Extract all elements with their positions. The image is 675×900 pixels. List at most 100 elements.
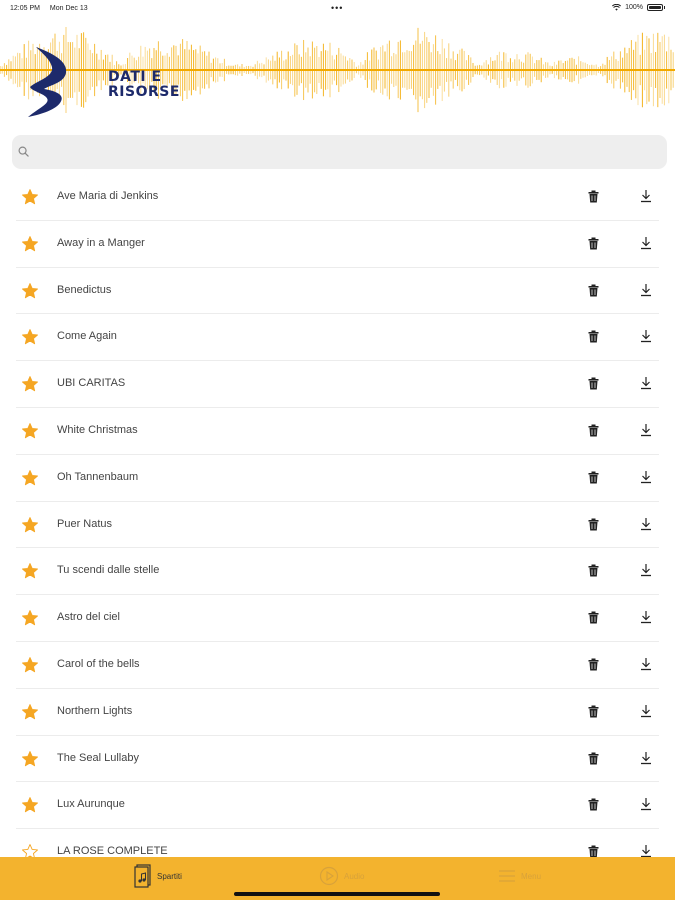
star-icon[interactable] [21,516,39,534]
search-input[interactable] [36,141,640,165]
song-title: Tu scendi dalle stelle [57,564,160,577]
song-row[interactable]: Astro del ciel [16,595,659,642]
trash-icon[interactable] [588,424,599,437]
download-icon[interactable] [640,283,652,297]
song-list: Ave Maria di Jenkins Away in a Manger Bene… [0,174,675,857]
download-icon[interactable] [640,236,652,250]
song-title: Puer Natus [57,517,113,530]
multitasking-dots[interactable]: ••• [331,3,343,13]
menu-icon [499,870,515,882]
song-row[interactable]: Oh Tannenbaum [16,455,659,502]
download-icon[interactable] [640,517,652,531]
song-title: Northern Lights [57,704,133,717]
star-icon[interactable] [21,750,39,768]
star-icon[interactable] [21,375,39,393]
trash-icon[interactable] [588,658,599,671]
download-icon[interactable] [640,329,652,343]
song-row[interactable]: Carol of the bells [16,642,659,689]
sheet-music-icon [134,864,151,888]
tab-spartiti[interactable]: Spartiti [134,864,182,888]
star-icon[interactable] [21,469,39,487]
song-row[interactable]: LA ROSE COMPLETE [16,829,659,857]
tab-label: Audio [344,871,365,881]
star-icon[interactable] [21,282,39,300]
download-icon[interactable] [640,563,652,577]
trash-icon[interactable] [588,845,599,857]
song-title: UBI CARITAS [57,377,126,390]
trash-icon[interactable] [588,518,599,531]
trash-icon[interactable] [588,705,599,718]
trash-icon[interactable] [588,752,599,765]
download-icon[interactable] [640,423,652,437]
star-icon[interactable] [21,328,39,346]
status-date: Mon Dec 13 [49,5,88,12]
song-title: The Seal Lullaby [57,751,139,764]
song-title: Benedictus [57,283,112,296]
tab-menu[interactable]: Menu [498,864,541,888]
battery-tip [664,6,665,9]
battery-percent: 100% [625,4,643,11]
song-title: Carol of the bells [57,657,140,670]
tab-audio[interactable]: Audio [319,864,364,888]
trash-icon[interactable] [588,798,599,811]
download-icon[interactable] [640,189,652,203]
status-right: 100% [612,4,665,11]
star-icon[interactable] [21,843,39,857]
star-icon[interactable] [21,562,39,580]
star-icon[interactable] [21,188,39,206]
song-row[interactable]: Puer Natus [16,502,659,549]
play-circle-icon [319,866,339,886]
trash-icon[interactable] [588,611,599,624]
app-header: DATI E RISORSE [0,15,675,125]
trash-icon[interactable] [588,330,599,343]
status-left: 12:05 PM Mon Dec 13 [10,5,96,12]
search-icon [18,146,29,157]
star-icon[interactable] [21,422,39,440]
download-icon[interactable] [640,797,652,811]
song-row[interactable]: Northern Lights [16,689,659,736]
download-icon[interactable] [640,470,652,484]
song-row[interactable]: Lux Aurunque [16,782,659,830]
song-row[interactable]: Away in a Manger [16,221,659,268]
logo-text: DATI E RISORSE [108,70,180,100]
star-icon[interactable] [21,609,39,627]
download-icon[interactable] [640,610,652,624]
home-indicator[interactable] [234,892,440,896]
song-title: LA ROSE COMPLETE [57,845,168,857]
download-icon[interactable] [640,751,652,765]
battery-icon [647,4,663,11]
star-icon[interactable] [21,235,39,253]
sound-wave-graphic [0,27,675,113]
song-title: Away in a Manger [57,236,145,249]
song-row[interactable]: Tu scendi dalle stelle [16,548,659,596]
song-row[interactable]: Ave Maria di Jenkins [16,174,659,221]
song-title: Lux Aurunque [57,798,125,811]
song-row[interactable]: UBI CARITAS [16,361,659,408]
song-title: Astro del ciel [57,611,120,624]
star-icon[interactable] [21,796,39,814]
song-row[interactable]: White Christmas [16,408,659,455]
download-icon[interactable] [640,657,652,671]
trash-icon[interactable] [588,471,599,484]
download-icon[interactable] [640,704,652,718]
star-icon[interactable] [21,703,39,721]
trash-icon[interactable] [588,284,599,297]
song-title: Come Again [57,330,117,343]
logo-mark-icon [28,47,67,117]
song-title: Oh Tannenbaum [57,470,139,483]
song-row[interactable]: Benedictus [16,268,659,315]
download-icon[interactable] [640,844,652,857]
trash-icon[interactable] [588,237,599,250]
trash-icon[interactable] [588,377,599,390]
song-row[interactable]: Come Again [16,314,659,362]
trash-icon[interactable] [588,564,599,577]
song-title: Ave Maria di Jenkins [57,190,159,202]
song-title: White Christmas [57,423,138,436]
song-row[interactable]: The Seal Lullaby [16,736,659,783]
star-icon[interactable] [21,656,39,674]
tab-label: Menu [521,871,542,881]
download-icon[interactable] [640,376,652,390]
trash-icon[interactable] [588,190,599,203]
logo-line-1: DATI E [108,69,162,85]
search-bar[interactable] [12,135,667,169]
